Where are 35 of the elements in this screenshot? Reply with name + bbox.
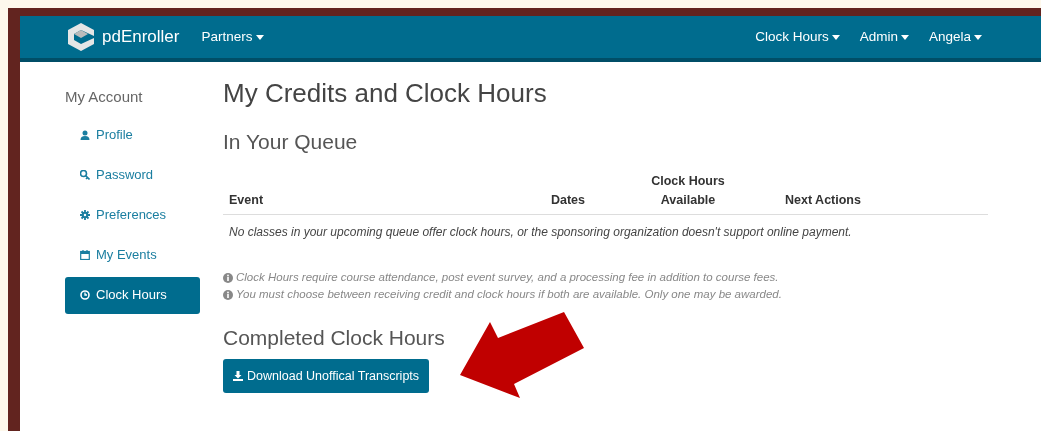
info-note: You must choose between receiving credit and clock hours if both are available. Only one may be awarded.	[236, 287, 782, 303]
info-note: Clock Hours require course attendance, post event survey, and a processing fee in addition to course fees.	[236, 269, 779, 285]
nav-menu[interactable]: Angela	[928, 26, 982, 48]
sidebar-item[interactable]: Preferences	[65, 194, 200, 235]
sidebar-item[interactable]: Password	[65, 154, 200, 195]
section-heading: Completed Clock Hours	[223, 325, 446, 351]
sidebar-item[interactable]: Profile	[65, 114, 200, 155]
section-heading: In Your Queue	[223, 129, 359, 155]
key-icon	[80, 169, 90, 180]
brand-name[interactable]: pdEnroller	[102, 24, 180, 50]
nav-menu[interactable]: Admin	[859, 26, 909, 48]
nav-menu[interactable]: Clock Hours	[755, 26, 840, 48]
caret-icon	[831, 34, 840, 40]
empty-message: No classes in your upcoming queue offer clock hours, or the sponsoring organization doesn't support online payment.	[223, 214, 988, 249]
info-icon	[223, 289, 233, 300]
column-header: Clock Hours Available	[623, 168, 753, 215]
calendar-icon	[80, 249, 90, 260]
logo-icon	[66, 22, 96, 52]
sidebar-heading: My Account	[65, 87, 144, 107]
column-header: Event	[223, 168, 513, 215]
download-button[interactable]: Download Unoffical Transcripts	[223, 358, 430, 394]
caret-icon	[900, 34, 909, 40]
caret-icon	[255, 34, 264, 40]
nav-menu[interactable]: Partners	[201, 26, 264, 48]
user-icon	[80, 129, 90, 140]
column-header: Next Actions	[753, 168, 893, 215]
download-icon	[233, 370, 243, 381]
column-header: Dates	[513, 168, 623, 215]
caret-icon	[974, 34, 982, 40]
sidebar-item[interactable]: Clock Hours	[65, 276, 200, 314]
gear-icon	[80, 209, 90, 220]
clock-icon	[80, 290, 90, 300]
page-title: My Credits and Clock Hours	[223, 78, 548, 110]
info-icon	[223, 272, 233, 283]
sidebar-item[interactable]: My Events	[65, 234, 200, 275]
